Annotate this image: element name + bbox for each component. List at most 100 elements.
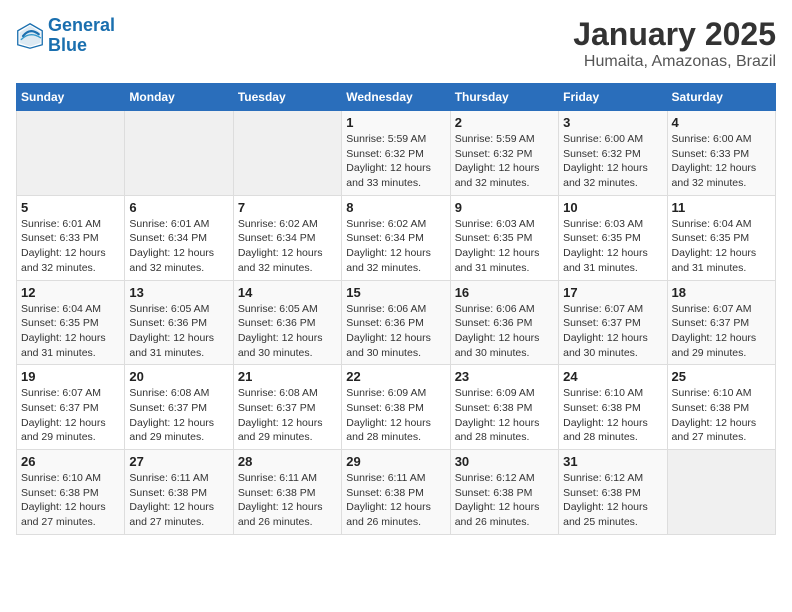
calendar-cell: 27 Sunrise: 6:11 AM Sunset: 6:38 PM Dayli…: [125, 450, 233, 535]
day-info: Sunrise: 6:04 AM Sunset: 6:35 PM Dayligh…: [21, 302, 120, 361]
day-number: 10: [563, 200, 662, 215]
day-info: Sunrise: 6:07 AM Sunset: 6:37 PM Dayligh…: [563, 302, 662, 361]
logo-text: General Blue: [48, 16, 115, 56]
day-number: 9: [455, 200, 554, 215]
calendar-cell: [233, 111, 341, 196]
calendar-title: January 2025: [573, 16, 776, 53]
page-header: General Blue January 2025 Humaita, Amazo…: [16, 16, 776, 71]
day-info: Sunrise: 6:06 AM Sunset: 6:36 PM Dayligh…: [346, 302, 445, 361]
calendar-cell: 21Sunrise: 6:08 AM Sunset: 6:37 PM Dayli…: [233, 365, 341, 450]
calendar-cell: 5 Sunrise: 6:01 AM Sunset: 6:33 PM Daylig…: [17, 195, 125, 280]
day-info: Sunrise: 6:02 AM Sunset: 6:34 PM Dayligh…: [346, 217, 445, 276]
weekday-header-friday: Friday: [559, 84, 667, 111]
day-number: 12: [21, 285, 120, 300]
calendar-cell: 8 Sunrise: 6:02 AM Sunset: 6:34 PM Daylig…: [342, 195, 450, 280]
calendar-table: SundayMondayTuesdayWednesdayThursdayFrid…: [16, 83, 776, 535]
day-number: 28: [238, 454, 337, 469]
calendar-cell: 18Sunrise: 6:07 AM Sunset: 6:37 PM Dayli…: [667, 280, 775, 365]
calendar-cell: 25 Sunrise: 6:10 AM Sunset: 6:38 PM Dayli…: [667, 365, 775, 450]
day-info: Sunrise: 6:11 AM Sunset: 6:38 PM Dayligh…: [129, 471, 228, 530]
day-info: Sunrise: 6:12 AM Sunset: 6:38 PM Dayligh…: [455, 471, 554, 530]
day-info: Sunrise: 6:11 AM Sunset: 6:38 PM Dayligh…: [346, 471, 445, 530]
week-row-1: 1 Sunrise: 5:59 AM Sunset: 6:32 PM Daylig…: [17, 111, 776, 196]
day-number: 6: [129, 200, 228, 215]
calendar-cell: 6 Sunrise: 6:01 AM Sunset: 6:34 PM Daylig…: [125, 195, 233, 280]
calendar-cell: 22Sunrise: 6:09 AM Sunset: 6:38 PM Dayli…: [342, 365, 450, 450]
day-info: Sunrise: 6:01 AM Sunset: 6:34 PM Dayligh…: [129, 217, 228, 276]
day-info: Sunrise: 6:05 AM Sunset: 6:36 PM Dayligh…: [238, 302, 337, 361]
day-info: Sunrise: 6:06 AM Sunset: 6:36 PM Dayligh…: [455, 302, 554, 361]
calendar-cell: [125, 111, 233, 196]
day-info: Sunrise: 6:00 AM Sunset: 6:32 PM Dayligh…: [563, 132, 662, 191]
day-info: Sunrise: 6:10 AM Sunset: 6:38 PM Dayligh…: [563, 386, 662, 445]
day-info: Sunrise: 6:03 AM Sunset: 6:35 PM Dayligh…: [455, 217, 554, 276]
calendar-cell: 28 Sunrise: 6:11 AM Sunset: 6:38 PM Dayli…: [233, 450, 341, 535]
calendar-cell: 11 Sunrise: 6:04 AM Sunset: 6:35 PM Dayli…: [667, 195, 775, 280]
day-number: 26: [21, 454, 120, 469]
weekday-header-row: SundayMondayTuesdayWednesdayThursdayFrid…: [17, 84, 776, 111]
week-row-2: 5 Sunrise: 6:01 AM Sunset: 6:33 PM Daylig…: [17, 195, 776, 280]
day-number: 17: [563, 285, 662, 300]
weekday-header-thursday: Thursday: [450, 84, 558, 111]
calendar-cell: 3 Sunrise: 6:00 AM Sunset: 6:32 PM Daylig…: [559, 111, 667, 196]
calendar-cell: 10 Sunrise: 6:03 AM Sunset: 6:35 PM Dayli…: [559, 195, 667, 280]
day-info: Sunrise: 6:03 AM Sunset: 6:35 PM Dayligh…: [563, 217, 662, 276]
logo-line1: General: [48, 15, 115, 35]
day-number: 13: [129, 285, 228, 300]
day-info: Sunrise: 6:05 AM Sunset: 6:36 PM Dayligh…: [129, 302, 228, 361]
calendar-cell: 30Sunrise: 6:12 AM Sunset: 6:38 PM Dayli…: [450, 450, 558, 535]
week-row-3: 12 Sunrise: 6:04 AM Sunset: 6:35 PM Dayli…: [17, 280, 776, 365]
calendar-cell: 7 Sunrise: 6:02 AM Sunset: 6:34 PM Daylig…: [233, 195, 341, 280]
weekday-header-saturday: Saturday: [667, 84, 775, 111]
day-number: 16: [455, 285, 554, 300]
day-number: 5: [21, 200, 120, 215]
day-info: Sunrise: 6:12 AM Sunset: 6:38 PM Dayligh…: [563, 471, 662, 530]
calendar-cell: 19 Sunrise: 6:07 AM Sunset: 6:37 PM Dayli…: [17, 365, 125, 450]
day-info: Sunrise: 6:10 AM Sunset: 6:38 PM Dayligh…: [21, 471, 120, 530]
calendar-cell: 23 Sunrise: 6:09 AM Sunset: 6:38 PM Dayli…: [450, 365, 558, 450]
day-info: Sunrise: 6:02 AM Sunset: 6:34 PM Dayligh…: [238, 217, 337, 276]
day-info: Sunrise: 6:11 AM Sunset: 6:38 PM Dayligh…: [238, 471, 337, 530]
day-number: 8: [346, 200, 445, 215]
day-info: Sunrise: 6:01 AM Sunset: 6:33 PM Dayligh…: [21, 217, 120, 276]
calendar-cell: 4Sunrise: 6:00 AM Sunset: 6:33 PM Daylig…: [667, 111, 775, 196]
day-number: 4: [672, 115, 771, 130]
calendar-cell: 1Sunrise: 5:59 AM Sunset: 6:32 PM Daylig…: [342, 111, 450, 196]
day-number: 23: [455, 369, 554, 384]
day-number: 3: [563, 115, 662, 130]
calendar-cell: [17, 111, 125, 196]
day-number: 22: [346, 369, 445, 384]
day-info: Sunrise: 6:07 AM Sunset: 6:37 PM Dayligh…: [21, 386, 120, 445]
calendar-cell: 9 Sunrise: 6:03 AM Sunset: 6:35 PM Daylig…: [450, 195, 558, 280]
calendar-cell: 12 Sunrise: 6:04 AM Sunset: 6:35 PM Dayli…: [17, 280, 125, 365]
calendar-cell: 14 Sunrise: 6:05 AM Sunset: 6:36 PM Dayli…: [233, 280, 341, 365]
calendar-cell: [667, 450, 775, 535]
day-number: 14: [238, 285, 337, 300]
day-info: Sunrise: 5:59 AM Sunset: 6:32 PM Dayligh…: [455, 132, 554, 191]
day-number: 11: [672, 200, 771, 215]
day-number: 25: [672, 369, 771, 384]
calendar-cell: 24Sunrise: 6:10 AM Sunset: 6:38 PM Dayli…: [559, 365, 667, 450]
day-info: Sunrise: 6:08 AM Sunset: 6:37 PM Dayligh…: [129, 386, 228, 445]
day-number: 20: [129, 369, 228, 384]
day-number: 7: [238, 200, 337, 215]
day-info: Sunrise: 6:09 AM Sunset: 6:38 PM Dayligh…: [455, 386, 554, 445]
calendar-cell: 29 Sunrise: 6:11 AM Sunset: 6:38 PM Dayli…: [342, 450, 450, 535]
logo: General Blue: [16, 16, 115, 56]
week-row-4: 19 Sunrise: 6:07 AM Sunset: 6:37 PM Dayli…: [17, 365, 776, 450]
day-number: 29: [346, 454, 445, 469]
calendar-cell: 15Sunrise: 6:06 AM Sunset: 6:36 PM Dayli…: [342, 280, 450, 365]
day-info: Sunrise: 6:10 AM Sunset: 6:38 PM Dayligh…: [672, 386, 771, 445]
logo-icon: [16, 22, 44, 50]
day-number: 31: [563, 454, 662, 469]
calendar-cell: 16 Sunrise: 6:06 AM Sunset: 6:36 PM Dayli…: [450, 280, 558, 365]
day-info: Sunrise: 6:04 AM Sunset: 6:35 PM Dayligh…: [672, 217, 771, 276]
calendar-cell: 20 Sunrise: 6:08 AM Sunset: 6:37 PM Dayli…: [125, 365, 233, 450]
calendar-cell: 31 Sunrise: 6:12 AM Sunset: 6:38 PM Dayli…: [559, 450, 667, 535]
calendar-cell: 26 Sunrise: 6:10 AM Sunset: 6:38 PM Dayli…: [17, 450, 125, 535]
weekday-header-monday: Monday: [125, 84, 233, 111]
logo-line2: Blue: [48, 35, 87, 55]
day-number: 27: [129, 454, 228, 469]
day-number: 1: [346, 115, 445, 130]
day-number: 19: [21, 369, 120, 384]
